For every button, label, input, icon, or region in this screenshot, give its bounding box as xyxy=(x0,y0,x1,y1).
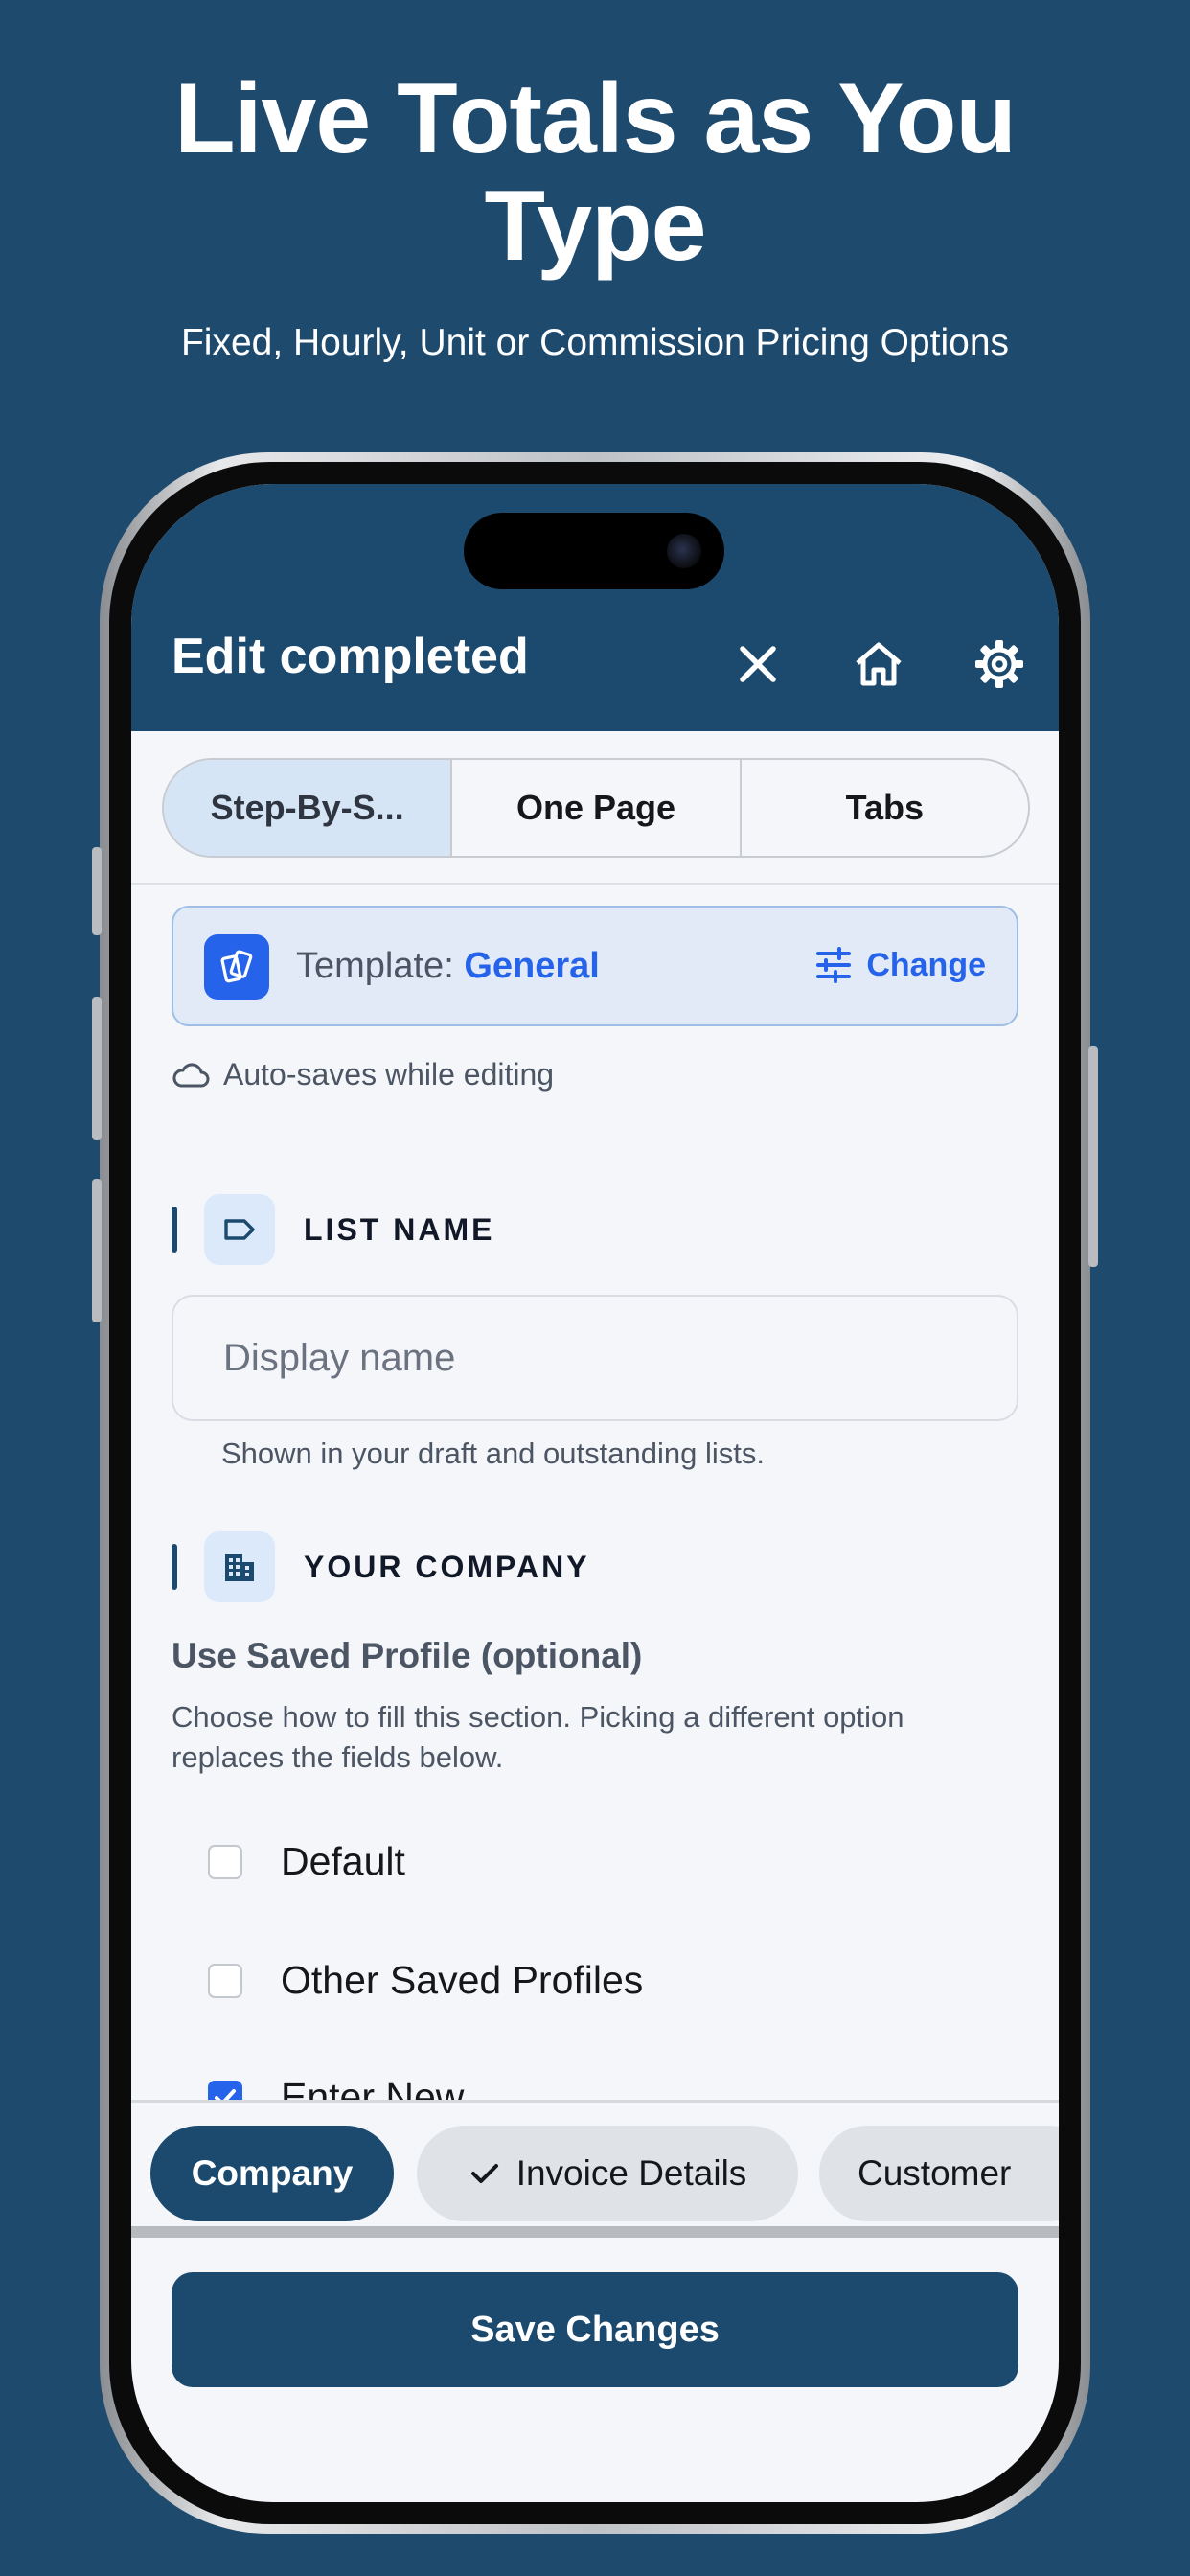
option-label: Default xyxy=(281,1839,405,1883)
template-label: Template: General xyxy=(296,946,600,987)
segment-step-by-step[interactable]: Step-By-S... xyxy=(164,760,453,856)
segment-one-page[interactable]: One Page xyxy=(452,760,742,856)
divider xyxy=(131,883,1059,885)
change-template-button[interactable]: Change xyxy=(814,946,986,984)
camera-icon xyxy=(667,534,701,568)
autosave-text: Auto-saves while editing xyxy=(223,1057,555,1092)
page-title: Edit completed xyxy=(172,629,529,684)
layout-mode-selector: Step-By-S... One Page Tabs xyxy=(162,758,1030,858)
display-name-helper: Shown in your draft and outstanding list… xyxy=(221,1437,765,1470)
saved-profile-description: Choose how to fill this section. Picking… xyxy=(172,1700,904,1774)
check-icon xyxy=(470,2164,498,2183)
template-card[interactable]: Template: General Change xyxy=(172,906,1018,1026)
dynamic-island xyxy=(464,513,724,589)
section-title-your-company: YOUR COMPANY xyxy=(304,1549,590,1584)
headline-line-2: Type xyxy=(484,171,706,282)
close-icon[interactable] xyxy=(731,637,785,691)
building-icon xyxy=(204,1531,275,1602)
step-chip-label: Company xyxy=(191,2153,354,2193)
home-icon[interactable] xyxy=(852,637,905,691)
phone-action-button xyxy=(92,847,102,935)
option-label: Other Saved Profiles xyxy=(281,1958,644,2002)
step-chip-label: Customer xyxy=(858,2153,1012,2193)
option-other-saved-profiles[interactable]: Other Saved Profiles xyxy=(208,1958,643,2003)
option-default[interactable]: Default xyxy=(208,1839,405,1884)
step-chip-label: Invoice Details xyxy=(515,2153,747,2193)
change-template-label: Change xyxy=(866,946,986,983)
tune-icon xyxy=(816,947,852,983)
section-accent-bar xyxy=(172,1544,177,1590)
gear-icon[interactable] xyxy=(973,637,1026,691)
marketing-subheadline: Fixed, Hourly, Unit or Commission Pricin… xyxy=(180,322,1010,363)
checkbox-other-saved-profiles[interactable] xyxy=(208,1963,242,1998)
step-navigation-bar: Company Invoice Details Customer xyxy=(131,2100,1059,2238)
segment-tabs[interactable]: Tabs xyxy=(742,760,1028,856)
step-chip-company[interactable]: Company xyxy=(150,2126,394,2221)
autosave-status: Auto-saves while editing xyxy=(172,1057,554,1092)
saved-profile-title: Use Saved Profile (optional) xyxy=(172,1636,643,1675)
phone-power-button xyxy=(1088,1046,1098,1267)
display-name-field[interactable] xyxy=(172,1295,1018,1421)
checkbox-default[interactable] xyxy=(208,1844,242,1879)
section-title-list-name: LIST NAME xyxy=(304,1211,495,1247)
marketing-headline: Live Totals as You Type xyxy=(0,65,1190,280)
phone-volume-down-button xyxy=(92,1179,102,1322)
template-name: General xyxy=(464,946,600,986)
phone-volume-up-button xyxy=(92,997,102,1140)
display-name-input[interactable] xyxy=(223,1336,967,1380)
headline-line-1: Live Totals as You xyxy=(174,63,1017,174)
template-prefix: Template: xyxy=(296,946,454,986)
label-tag-icon xyxy=(204,1194,275,1265)
section-accent-bar xyxy=(172,1207,177,1253)
section-header-list-name: LIST NAME xyxy=(172,1193,494,1266)
step-chip-invoice-details[interactable]: Invoice Details xyxy=(417,2126,798,2221)
template-cards-icon xyxy=(204,934,269,1000)
save-changes-button[interactable]: Save Changes xyxy=(172,2272,1018,2387)
section-header-your-company: YOUR COMPANY xyxy=(172,1530,590,1603)
phone-screen: Edit completed Step-By-S... One Page Tab… xyxy=(131,484,1059,2502)
step-chip-customer[interactable]: Customer xyxy=(819,2126,1059,2221)
cloud-icon xyxy=(172,1062,210,1087)
